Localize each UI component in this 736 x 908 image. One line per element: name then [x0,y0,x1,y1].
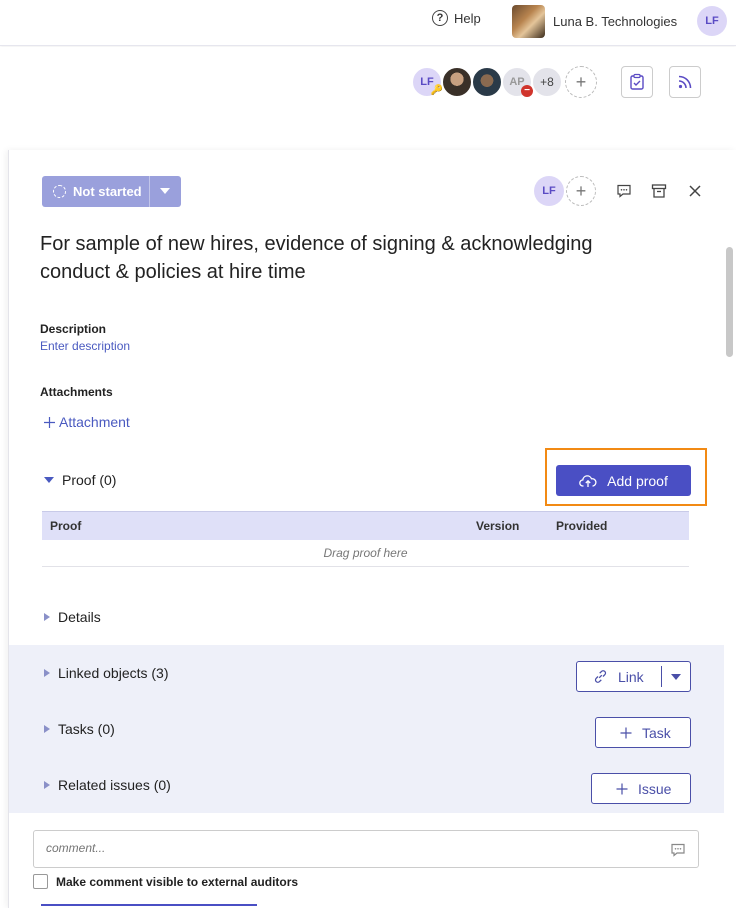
details-section-label: Details [58,609,101,625]
table-header: Proof Version Provided [42,511,689,540]
avatar[interactable]: LF 🔑 [411,66,443,98]
auditor-visibility-checkbox[interactable] [33,874,48,889]
linked-objects-toggle[interactable]: Linked objects (3) [44,665,169,681]
help-icon: ? [432,10,448,26]
proof-drop-zone[interactable]: Drag proof here [42,540,689,567]
add-task-label: Task [642,724,671,741]
related-issues-toggle[interactable]: Related issues (0) [44,777,171,793]
user-avatar[interactable]: LF [697,6,727,36]
comment-icon[interactable] [670,842,686,858]
column-header-provided[interactable]: Provided [556,519,607,533]
help-button[interactable]: ? Help [432,10,481,26]
add-assignee-button[interactable]: + [566,176,596,206]
link-button[interactable]: Link [577,669,661,685]
proof-section-toggle[interactable]: Proof (0) [44,472,116,488]
org-name: Luna B. Technologies [553,14,678,29]
org-logo [512,5,545,38]
chevron-right-icon [44,781,50,789]
org-switcher[interactable]: Luna B. Technologies [512,5,677,38]
add-attachment-button[interactable]: Attachment [43,414,130,430]
status-dropdown[interactable]: Not started [42,176,181,207]
chevron-down-icon[interactable] [160,188,170,194]
tasks-toggle[interactable]: Tasks (0) [44,721,115,737]
more-collaborators-button[interactable]: +8 [531,66,563,98]
comment-box [33,830,699,868]
close-icon [689,185,701,197]
attachments-label: Attachments [40,385,113,399]
bottom-tab-indicator [41,904,257,908]
add-proof-button[interactable]: Add proof [556,465,691,496]
task-checklist-button[interactable] [621,66,653,98]
add-issue-label: Issue [638,780,672,797]
link-label: Link [618,668,644,685]
chevron-right-icon [44,669,50,677]
avatar[interactable] [441,66,473,98]
archive-icon [651,184,667,198]
column-header-version[interactable]: Version [476,519,519,533]
comment-icon [617,184,631,198]
add-task-button[interactable]: Task [595,717,691,748]
chevron-down-icon [671,673,681,680]
column-header-proof[interactable]: Proof [50,519,81,533]
auditor-visibility-label: Make comment visible to external auditor… [56,874,299,889]
related-sections: Linked objects (3) Link Tasks (0) Task R… [9,645,724,813]
plus-icon [616,783,628,794]
rss-icon [678,75,692,89]
link-icon [594,670,607,683]
add-proof-label: Add proof [607,472,668,489]
proof-section-label: Proof (0) [62,472,117,488]
auditor-visibility-row: Make comment visible to external auditor… [33,874,298,889]
top-navbar: ? Help Luna B. Technologies LF [0,0,736,46]
link-dropdown-toggle[interactable] [662,673,690,680]
plus-icon [620,727,632,738]
details-section-toggle[interactable]: Details [44,609,101,625]
description-label: Description [40,322,107,336]
related-issues-label: Related issues (0) [58,777,171,793]
description-input[interactable]: Enter description [40,339,130,353]
scrollbar[interactable] [724,245,734,908]
attachment-label: Attachment [59,414,130,430]
comment-button[interactable] [613,180,635,202]
plus-icon [44,416,55,428]
status-label: Not started [73,184,142,199]
item-title[interactable]: For sample of new hires, evidence of sig… [40,230,640,286]
not-started-icon [53,185,66,198]
scrollbar-thumb[interactable] [726,247,733,357]
avatar[interactable]: AP − [501,66,533,98]
archive-button[interactable] [648,180,670,202]
link-split-button: Link [576,661,691,692]
chevron-right-icon [44,725,50,733]
help-label: Help [454,10,481,26]
page-header: LF 🔑 AP − +8 + [0,47,736,152]
clipboard-check-icon [630,73,644,90]
comment-input[interactable] [46,841,646,855]
assignee-avatar[interactable]: LF [534,176,564,206]
detail-panel: Not started LF + For sample of new hires… [8,150,736,908]
add-collaborator-button[interactable]: + [565,66,597,98]
collaborator-list: LF 🔑 AP − +8 + [411,66,597,98]
tasks-label: Tasks (0) [58,721,115,737]
cloud-upload-icon [579,474,597,487]
linked-objects-label: Linked objects (3) [58,665,169,681]
chevron-down-icon [44,477,54,483]
feed-button[interactable] [669,66,701,98]
add-issue-button[interactable]: Issue [591,773,691,804]
chevron-right-icon [44,613,50,621]
avatar[interactable] [471,66,503,98]
proof-table: Proof Version Provided Drag proof here [42,511,689,567]
close-button[interactable] [684,180,706,202]
